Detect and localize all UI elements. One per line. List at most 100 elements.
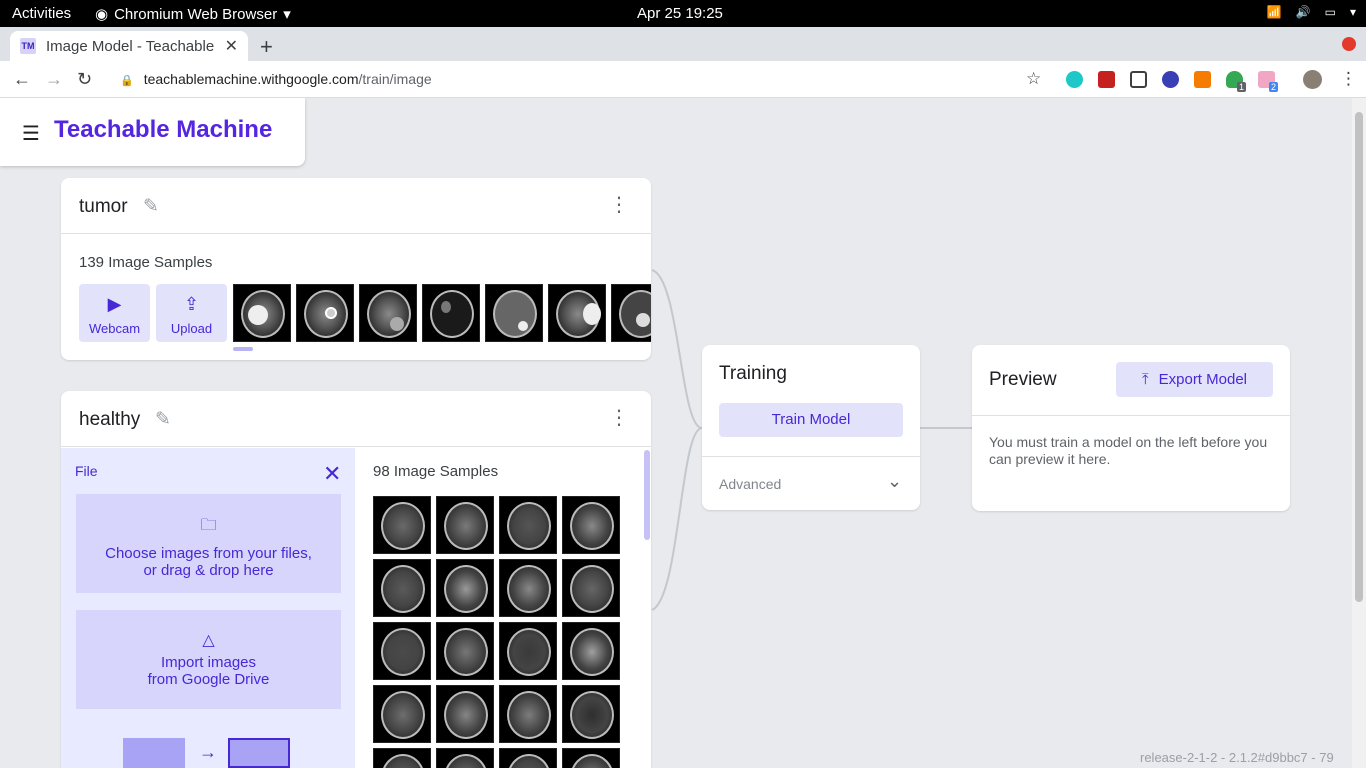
sample-strip[interactable] bbox=[233, 284, 651, 346]
more-options-icon[interactable]: ⋮ bbox=[609, 192, 629, 217]
choose-files-line1: Choose images from your files, bbox=[105, 545, 312, 562]
class-name[interactable]: tumor bbox=[79, 196, 128, 218]
chevron-down-icon[interactable]: ⌄ bbox=[887, 471, 902, 492]
class-name[interactable]: healthy bbox=[79, 409, 140, 431]
upload-button[interactable]: ⇪ Upload bbox=[156, 284, 227, 342]
sample-thumbnail[interactable] bbox=[562, 559, 620, 617]
sample-thumbnail[interactable] bbox=[422, 284, 480, 342]
tab-strip: TM Image Model - Teachable ✕ + bbox=[0, 27, 1366, 61]
class-card-tumor: tumor ✎ ⋮ 139 Image Samples ▶ Webcam ⇪ U… bbox=[61, 178, 651, 360]
new-tab-button[interactable]: + bbox=[260, 34, 273, 60]
extension-orange-icon[interactable] bbox=[1194, 71, 1211, 88]
sample-thumbnail[interactable] bbox=[373, 748, 431, 768]
bookmark-star-icon[interactable]: ☆ bbox=[1026, 69, 1041, 89]
webcam-button[interactable]: ▶ Webcam bbox=[79, 284, 150, 342]
lock-icon: 🔒 bbox=[120, 75, 134, 87]
forward-button[interactable]: → bbox=[45, 69, 63, 90]
sample-thumbnail[interactable] bbox=[485, 284, 543, 342]
sample-thumbnail[interactable] bbox=[436, 622, 494, 680]
more-options-icon[interactable]: ⋮ bbox=[609, 405, 629, 430]
file-upload-panel: File ✕ 🗀 Choose images from your files, … bbox=[61, 448, 355, 768]
system-tray[interactable]: 📶 🔊 ▭ ▾ bbox=[1267, 5, 1356, 19]
edit-pencil-icon[interactable]: ✎ bbox=[155, 408, 171, 431]
training-card: Training Train Model Advanced ⌄ bbox=[702, 345, 920, 510]
extension-red-icon[interactable] bbox=[1098, 71, 1115, 88]
vertical-scrollbar[interactable] bbox=[644, 450, 650, 540]
sample-thumbnail[interactable] bbox=[562, 496, 620, 554]
tab-title: Image Model - Teachable bbox=[46, 37, 215, 55]
close-icon[interactable]: ✕ bbox=[323, 461, 341, 487]
sample-thumbnail[interactable] bbox=[436, 748, 494, 768]
class-card-healthy: healthy ✎ ⋮ File ✕ 🗀 Choose images from … bbox=[61, 391, 651, 768]
sample-thumbnail[interactable] bbox=[296, 284, 354, 342]
sample-thumbnail[interactable] bbox=[499, 685, 557, 743]
sample-count: 139 Image Samples bbox=[79, 254, 213, 271]
wifi-icon: 📶 bbox=[1266, 5, 1282, 19]
activities-button[interactable]: Activities bbox=[12, 5, 71, 22]
google-drive-import-button[interactable]: △ Import images from Google Drive bbox=[76, 610, 341, 709]
extension-f-icon[interactable] bbox=[1162, 71, 1179, 88]
sample-thumbnail[interactable] bbox=[562, 685, 620, 743]
sample-thumbnail[interactable] bbox=[611, 284, 651, 342]
upload-label: Upload bbox=[170, 321, 213, 336]
sample-thumbnail[interactable] bbox=[499, 496, 557, 554]
sample-thumbnail[interactable] bbox=[359, 284, 417, 342]
arrow-right-icon: → bbox=[199, 742, 217, 762]
window-close-button[interactable] bbox=[1342, 37, 1356, 51]
preview-card: Preview ⤒ Export Model You must train a m… bbox=[972, 345, 1290, 511]
sample-grid bbox=[373, 496, 623, 768]
export-label: Export Model bbox=[1158, 371, 1247, 388]
sample-thumbnail[interactable] bbox=[562, 748, 620, 768]
choose-files-dropzone[interactable]: 🗀 Choose images from your files, or drag… bbox=[76, 494, 341, 593]
app-name: Chromium Web Browser bbox=[114, 5, 278, 23]
sample-thumbnail[interactable] bbox=[373, 559, 431, 617]
app-title[interactable]: Teachable Machine bbox=[54, 116, 272, 144]
sample-count: 98 Image Samples bbox=[373, 463, 499, 480]
close-tab-icon[interactable]: ✕ bbox=[225, 36, 238, 56]
reload-button[interactable]: ↻ bbox=[77, 69, 92, 90]
choose-files-line2: or drag & drop here bbox=[143, 562, 274, 579]
divider bbox=[702, 456, 920, 457]
advanced-toggle[interactable]: Advanced bbox=[719, 476, 781, 492]
sample-thumbnail[interactable] bbox=[436, 496, 494, 554]
teachable-machine-favicon-icon: TM bbox=[20, 38, 36, 54]
page-scrollbar[interactable] bbox=[1352, 98, 1366, 768]
horizontal-scrollbar[interactable] bbox=[233, 347, 253, 351]
profile-avatar[interactable] bbox=[1303, 70, 1322, 89]
clock[interactable]: Apr 25 19:25 bbox=[637, 5, 723, 22]
url-path: /train/image bbox=[358, 71, 432, 87]
address-bar[interactable]: 🔒 teachablemachine.withgoogle.com/train/i… bbox=[120, 71, 432, 87]
webcam-icon: ▶ bbox=[107, 294, 122, 314]
drive-line2: from Google Drive bbox=[147, 671, 270, 688]
sample-thumbnail[interactable] bbox=[373, 496, 431, 554]
train-model-button[interactable]: Train Model bbox=[719, 403, 903, 437]
sample-thumbnail[interactable] bbox=[499, 559, 557, 617]
sample-thumbnail[interactable] bbox=[373, 622, 431, 680]
sample-thumbnail[interactable] bbox=[499, 622, 557, 680]
training-title: Training bbox=[719, 363, 787, 384]
upload-panel-title: File bbox=[75, 463, 98, 479]
extension-upload-icon[interactable] bbox=[1130, 71, 1147, 88]
sample-thumbnail[interactable] bbox=[548, 284, 606, 342]
sample-thumbnail[interactable] bbox=[233, 284, 291, 342]
export-model-button[interactable]: ⤒ Export Model bbox=[1116, 362, 1273, 397]
sample-thumbnail[interactable] bbox=[436, 559, 494, 617]
more-menu-icon[interactable]: ⋮ bbox=[1340, 69, 1357, 89]
sample-thumbnail[interactable] bbox=[373, 685, 431, 743]
extension-teal-icon[interactable] bbox=[1066, 71, 1083, 88]
webcam-label: Webcam bbox=[88, 321, 141, 336]
back-button[interactable]: ← bbox=[13, 69, 31, 90]
tab-image-model[interactable]: TM Image Model - Teachable ✕ bbox=[10, 31, 248, 61]
extension-badge: 1 bbox=[1237, 82, 1247, 92]
app-menu[interactable]: ◉ Chromium Web Browser ▾ bbox=[95, 5, 291, 24]
hamburger-menu-icon[interactable]: ☰ bbox=[22, 121, 40, 146]
class-header: healthy ✎ ⋮ bbox=[61, 391, 651, 447]
sample-thumbnail[interactable] bbox=[436, 685, 494, 743]
sample-thumbnail[interactable] bbox=[562, 622, 620, 680]
sample-grid-area: 98 Image Samples bbox=[355, 448, 651, 768]
edit-pencil-icon[interactable]: ✎ bbox=[143, 195, 159, 218]
extension-badge: 2 bbox=[1269, 82, 1279, 92]
sample-thumbnail[interactable] bbox=[499, 748, 557, 768]
chevron-down-icon: ▾ bbox=[283, 6, 291, 23]
page-content: ☰ Teachable Machine tumor ✎ ⋮ 139 Image … bbox=[0, 98, 1352, 768]
